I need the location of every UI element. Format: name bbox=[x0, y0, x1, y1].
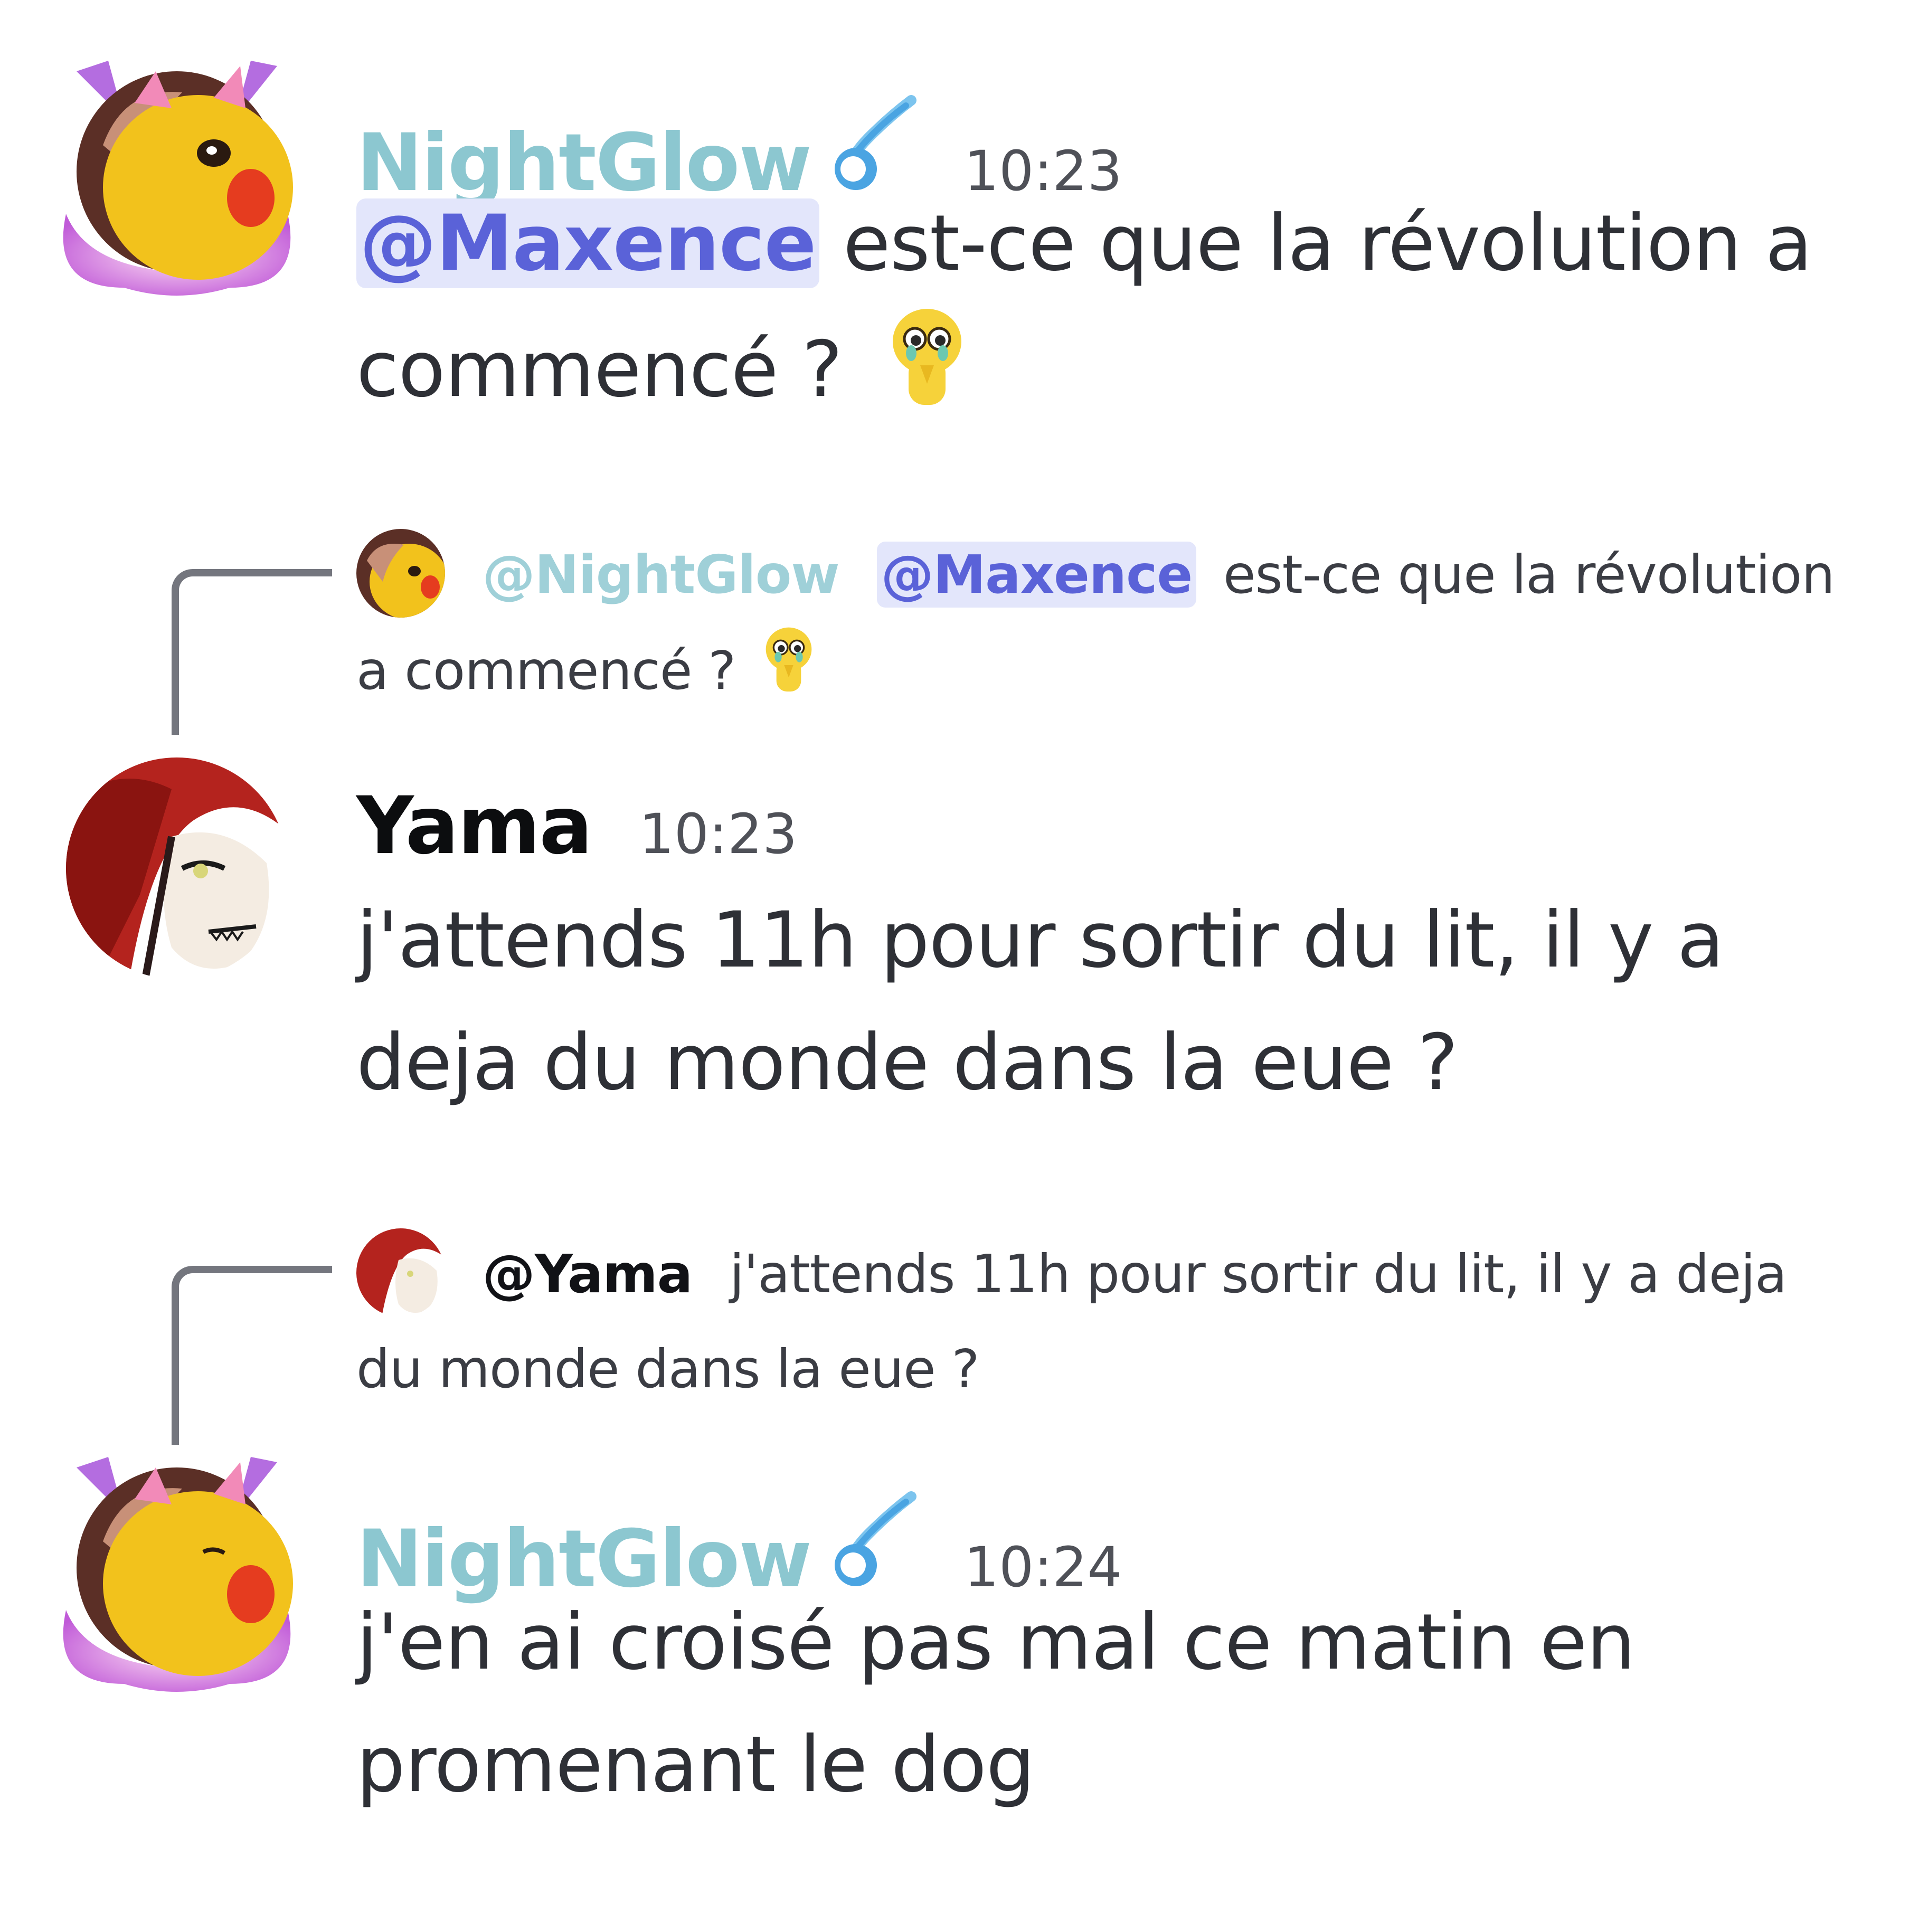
reply-avatar-icon bbox=[356, 528, 445, 618]
message-text: j'en ai croisé pas mal ce matin en prome… bbox=[356, 1597, 1636, 1810]
comet-badge-icon[interactable] bbox=[827, 1491, 916, 1594]
avatar-decoration[interactable] bbox=[45, 1436, 309, 1700]
avatar-nightglow-icon bbox=[63, 1457, 293, 1692]
reply-mention[interactable]: @Maxence bbox=[876, 542, 1197, 608]
reply-connector bbox=[172, 569, 332, 735]
avatar-nightglow-icon bbox=[63, 61, 293, 296]
timestamp: 10:23 bbox=[639, 802, 798, 866]
message-header: Yama 10:23 bbox=[356, 787, 797, 866]
user-mention[interactable]: @Maxence bbox=[356, 198, 819, 288]
avatar[interactable] bbox=[66, 757, 288, 979]
reply-preview[interactable]: @Yama j'attends 11h pour sortir du lit, … bbox=[356, 1227, 1866, 1416]
reply-author[interactable]: @Yama bbox=[483, 1243, 693, 1305]
reply-avatar-icon bbox=[356, 1228, 445, 1317]
chat-log: NightGlow 10:23 @Maxence est-ce que la r… bbox=[0, 0, 1909, 1932]
avatar-yama-icon bbox=[66, 757, 288, 979]
pleading-face-emoji bbox=[762, 623, 815, 726]
message-text: j'attends 11h pour sortir du lit, il y a… bbox=[356, 895, 1724, 1107]
pleading-face-emoji bbox=[887, 305, 967, 445]
message-content: j'en ai croisé pas mal ce matin en prome… bbox=[356, 1581, 1866, 1826]
message-content: @Maxence est-ce que la révolution a comm… bbox=[356, 182, 1866, 445]
reply-author[interactable]: @NightGlow bbox=[483, 544, 840, 605]
reply-connector bbox=[172, 1266, 332, 1445]
avatar-decoration[interactable] bbox=[45, 40, 309, 304]
username[interactable]: Yama bbox=[356, 787, 593, 866]
reply-preview[interactable]: @NightGlow @Maxence est-ce que la révolu… bbox=[356, 528, 1866, 726]
message-content: j'attends 11h pour sortir du lit, il y a… bbox=[356, 879, 1866, 1124]
